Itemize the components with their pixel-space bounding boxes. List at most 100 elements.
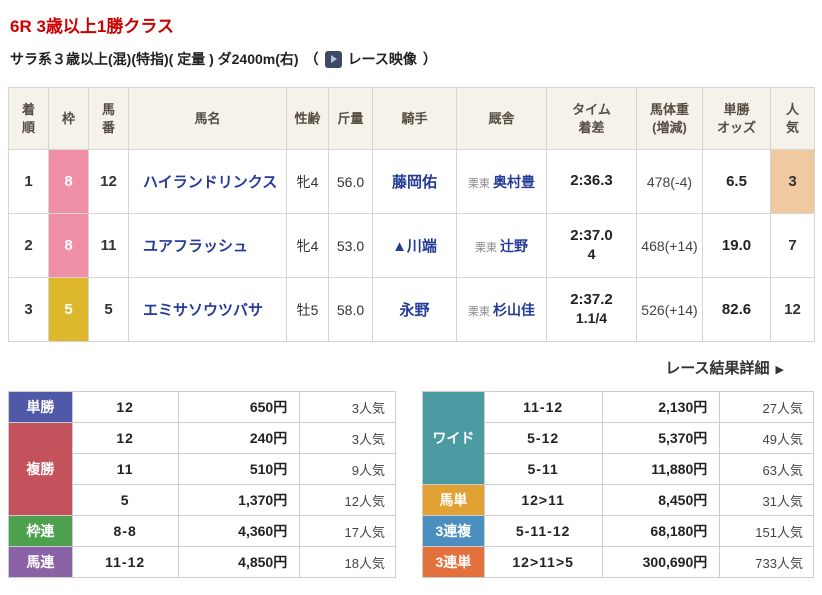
horse-number: 11 bbox=[88, 213, 129, 278]
payout-combination: 5-11 bbox=[483, 453, 603, 485]
horse-number: 12 bbox=[88, 149, 129, 214]
payout-amount: 5,370円 bbox=[601, 422, 721, 454]
horse-number: 5 bbox=[88, 277, 129, 342]
payout-popularity: 3人気 bbox=[299, 391, 396, 423]
payout-combination: 12 bbox=[71, 391, 179, 423]
video-paren-close: ） bbox=[422, 51, 437, 67]
jockey-link[interactable]: 永野 bbox=[399, 302, 429, 319]
region-label: 栗東 bbox=[468, 177, 490, 190]
bet-type-label-wide: ワイド bbox=[422, 391, 485, 485]
horse-name-link[interactable]: ユアフラッシュ bbox=[143, 238, 248, 255]
popularity: 12 bbox=[770, 277, 815, 342]
bet-type-label-trifecta: 3連単 bbox=[422, 546, 485, 578]
bracket-number: 8 bbox=[48, 149, 89, 214]
weight-carried: 56.0 bbox=[328, 149, 373, 214]
race-result-page: 6R 3歳以上1勝クラス サラ系３歳以上(混)(特指)( 定量 ) ダ2400m… bbox=[0, 0, 822, 595]
sex-age: 牡5 bbox=[286, 277, 329, 342]
payout-popularity: 27人気 bbox=[719, 391, 814, 423]
payout-amount: 300,690円 bbox=[601, 546, 721, 578]
payout-popularity: 49人気 bbox=[719, 422, 814, 454]
race-conditions-text: サラ系３歳以上(混)(特指)( 定量 ) ダ2400m(右) bbox=[10, 51, 299, 67]
payout-row-fukusho-1: 複勝 12 240円 3人気 bbox=[8, 422, 396, 516]
col-header-popularity: 人気 bbox=[770, 87, 815, 150]
stable-cell: 栗東 奥村豊 bbox=[456, 149, 547, 214]
payout-amount: 4,850円 bbox=[177, 546, 301, 578]
payout-combination: 11-12 bbox=[71, 546, 179, 578]
payout-combination: 5-11-12 bbox=[483, 515, 603, 547]
jockey-link[interactable]: 藤岡佑 bbox=[392, 174, 437, 191]
payout-amount: 11,880円 bbox=[601, 453, 721, 485]
race-video-label: レース映像 bbox=[347, 51, 417, 67]
payout-amount: 8,450円 bbox=[601, 484, 721, 516]
col-header-finish: 着順 bbox=[8, 87, 49, 150]
jockey-cell: 藤岡佑 bbox=[372, 149, 457, 214]
payout-combination: 5 bbox=[71, 484, 179, 516]
payout-popularity: 151人気 bbox=[719, 515, 814, 547]
payout-popularity: 12人気 bbox=[299, 484, 396, 516]
finish-position: 3 bbox=[8, 277, 49, 342]
race-video-link[interactable]: レース映像 bbox=[324, 49, 417, 69]
horse-weight: 526(+14) bbox=[636, 277, 703, 342]
payout-combination: 12>11>5 bbox=[483, 546, 603, 578]
result-row-1: 1 8 12 ハイランドリンクス 牝4 56.0 藤岡佑 栗東 奥村豊 2:36.… bbox=[8, 149, 815, 214]
win-odds: 82.6 bbox=[702, 277, 771, 342]
payout-row-wide-1: ワイド 11-12 2,130円 27人気 bbox=[422, 391, 814, 485]
win-odds: 19.0 bbox=[702, 213, 771, 278]
payout-amount: 68,180円 bbox=[601, 515, 721, 547]
payout-amount: 240円 bbox=[177, 422, 301, 454]
horse-name-link[interactable]: エミサソウツバサ bbox=[143, 302, 263, 319]
payout-amount: 1,370円 bbox=[177, 484, 301, 516]
race-result-detail-link[interactable]: レース結果詳細 ▶ bbox=[665, 360, 784, 377]
sex-age: 牝4 bbox=[286, 213, 329, 278]
finish-position: 2 bbox=[8, 213, 49, 278]
jockey-cell: ▲川端 bbox=[372, 213, 457, 278]
payout-combination: 8-8 bbox=[71, 515, 179, 547]
bracket-number: 8 bbox=[48, 213, 89, 278]
jockey-link[interactable]: ▲川端 bbox=[392, 238, 437, 255]
payout-table-left: 単勝 12 650円 3人気 複勝 12 240円 3人気 11 510円 9人… bbox=[8, 391, 396, 578]
col-header-bracket: 枠 bbox=[48, 87, 89, 150]
payout-row-sanrenpuku: 3連複 5-11-12 68,180円 151人気 bbox=[422, 515, 814, 547]
region-label: 栗東 bbox=[468, 305, 490, 318]
payout-combination: 12>11 bbox=[483, 484, 603, 516]
popularity: 3 bbox=[770, 149, 815, 214]
bet-type-label-exacta: 馬単 bbox=[422, 484, 485, 516]
trainer-link[interactable]: 杉山佳 bbox=[493, 302, 535, 318]
payout-amount: 4,360円 bbox=[177, 515, 301, 547]
trainer-link[interactable]: 奥村豊 bbox=[493, 174, 535, 190]
time-margin-cell: 2:36.3 bbox=[546, 149, 637, 214]
race-conditions-bar: サラ系３歳以上(混)(特指)( 定量 ) ダ2400m(右) （ レース映像 ） bbox=[10, 49, 814, 69]
col-header-sex-age: 性齢 bbox=[286, 87, 329, 150]
payout-row-tansho: 単勝 12 650円 3人気 bbox=[8, 391, 396, 423]
region-label: 栗東 bbox=[475, 241, 497, 254]
payout-combination: 11-12 bbox=[483, 391, 603, 423]
payout-popularity: 9人気 bbox=[299, 453, 396, 485]
payout-popularity: 3人気 bbox=[299, 422, 396, 454]
horse-name-cell: エミサソウツバサ bbox=[128, 277, 287, 342]
video-paren-open: （ bbox=[304, 51, 319, 67]
popularity: 7 bbox=[770, 213, 815, 278]
detail-link-row: レース結果詳細 ▶ bbox=[8, 357, 814, 378]
weight-carried: 53.0 bbox=[328, 213, 373, 278]
payout-amount: 2,130円 bbox=[601, 391, 721, 423]
payout-table-right: ワイド 11-12 2,130円 27人気 5-12 5,370円 49人気 5… bbox=[422, 391, 814, 578]
trainer-link[interactable]: 辻野 bbox=[500, 238, 528, 254]
bet-type-label-trio: 3連複 bbox=[422, 515, 485, 547]
col-header-horse-weight: 馬体重 (増減) bbox=[636, 87, 703, 150]
result-row-3: 3 5 5 エミサソウツバサ 牡5 58.0 永野 栗東 杉山佳 2:37.2 1.… bbox=[8, 277, 815, 342]
bet-type-label-bracket-quinella: 枠連 bbox=[8, 515, 73, 547]
time-margin-cell: 2:37.2 1.1/4 bbox=[546, 277, 637, 342]
bracket-number: 5 bbox=[48, 277, 89, 342]
payout-section: 単勝 12 650円 3人気 複勝 12 240円 3人気 11 510円 9人… bbox=[8, 391, 814, 578]
bet-type-label-win: 単勝 bbox=[8, 391, 73, 423]
payout-combination: 12 bbox=[71, 422, 179, 454]
payout-amount: 510円 bbox=[177, 453, 301, 485]
col-header-stable: 厩舎 bbox=[456, 87, 547, 150]
horse-weight: 478(-4) bbox=[636, 149, 703, 214]
payout-amount: 650円 bbox=[177, 391, 301, 423]
stable-cell: 栗東 杉山佳 bbox=[456, 277, 547, 342]
horse-name-link[interactable]: ハイランドリンクス bbox=[143, 174, 277, 191]
col-header-weight-carried: 斤量 bbox=[328, 87, 373, 150]
weight-carried: 58.0 bbox=[328, 277, 373, 342]
payout-popularity: 17人気 bbox=[299, 515, 396, 547]
